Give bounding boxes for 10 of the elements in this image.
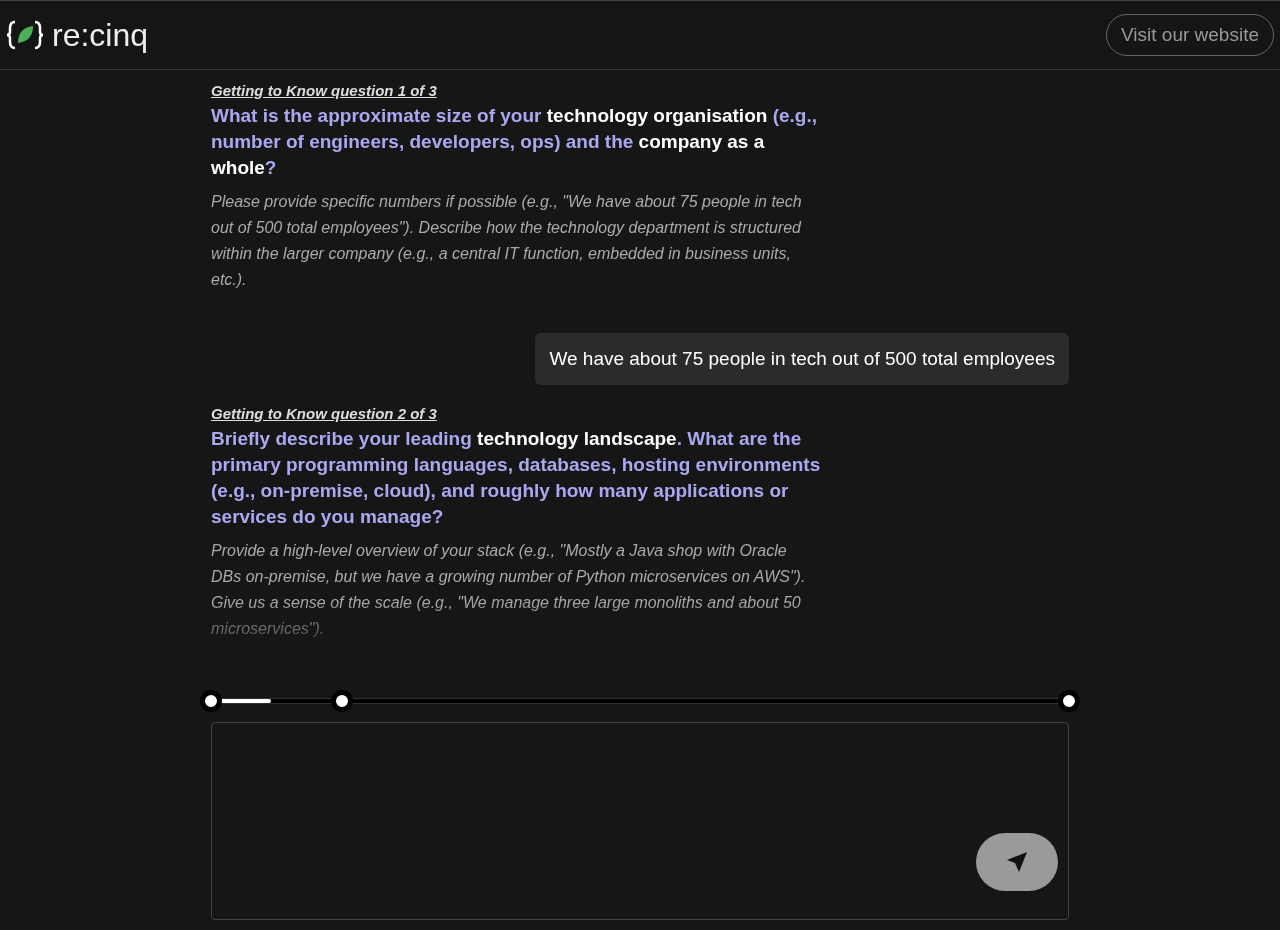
answer-input-field[interactable] (211, 722, 1069, 920)
question-label: Getting to Know question 2 of 3 (211, 405, 438, 422)
question-label: Getting to Know question 1 of 3 (211, 82, 438, 99)
answer-bubble: We have about 75 people in tech out of 500 total employees (535, 333, 1069, 385)
send-icon (1006, 851, 1028, 873)
question-text: Briefly describe your leading technology landscape. What are the primary programming languages, databases, hosting environments (e.g., on-premise, cloud), and roughly how many applications or services do you manage? (211, 427, 821, 529)
question-text: What is the approximate size of your technology organisation (e.g., number of engineers, developers, ops) and the company as a whole? (211, 104, 818, 180)
logo-text: re:cinq (52, 16, 149, 54)
question-hint: Please provide specific numbers if possible (e.g., "We have about 75 people in tech out of 500 total employees"). Describe how the technology department is structured within the larger company (e.g., a central IT function, embedded in business units, etc.). (211, 192, 803, 290)
question-hint: Provide a high-level overview of your stack (e.g., "Mostly a Java shop with Oracle DBs on-premise, but we have a growing number of Python microservices on AWS"). Give us a sense of the scale (e.g., "We manage three large monoliths and about 50 microservices"). (211, 541, 807, 639)
